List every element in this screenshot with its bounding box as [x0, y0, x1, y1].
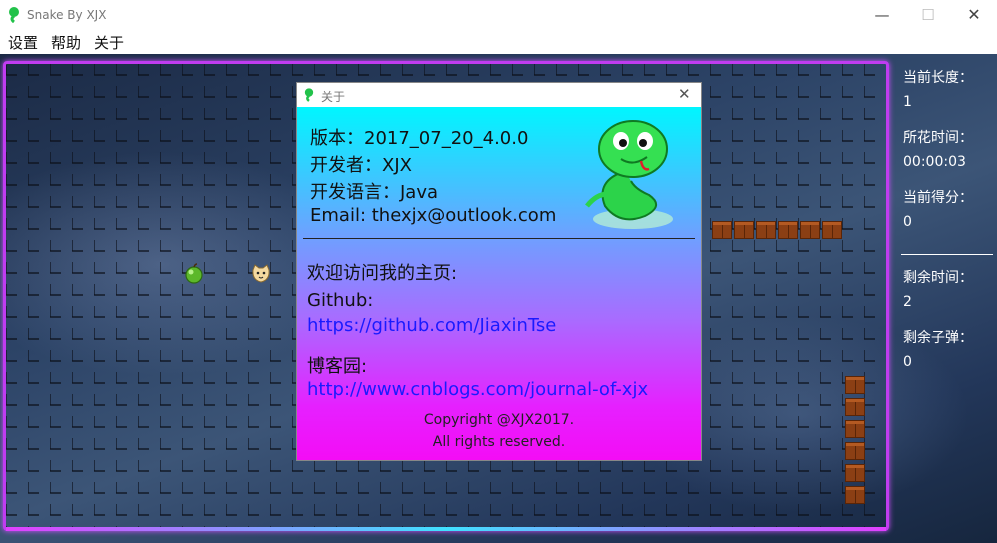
- brick-wall: [845, 486, 865, 504]
- length-value: 1: [903, 94, 912, 110]
- menu-settings[interactable]: 设置: [8, 32, 38, 53]
- menu-bar: 设置 帮助 关于: [0, 30, 997, 54]
- github-label: Github:: [307, 290, 374, 311]
- developer-text: 开发者：XJX: [310, 155, 412, 176]
- menu-about[interactable]: 关于: [94, 32, 124, 53]
- remaining-time-value: 2: [903, 294, 912, 310]
- window-title: Snake By XJX: [27, 8, 107, 22]
- blog-link[interactable]: http://www.cnblogs.com/journal-of-xjx: [307, 379, 648, 400]
- board-glow: [6, 527, 886, 531]
- welcome-text: 欢迎访问我的主页:: [307, 263, 458, 284]
- brick-wall: [845, 464, 865, 482]
- time-value: 00:00:03: [903, 154, 966, 170]
- copyright-text: Copyright @XJX2017.: [423, 412, 575, 428]
- remaining-bullets-value: 0: [903, 354, 912, 370]
- length-label: 当前长度：: [903, 70, 973, 86]
- dialog-divider: [303, 238, 695, 239]
- brick-wall: [822, 221, 842, 239]
- menu-help[interactable]: 帮助: [51, 32, 81, 53]
- version-text: 版本：2017_07_20_4.0.0: [310, 128, 529, 149]
- dialog-close-button[interactable]: ✕: [678, 85, 691, 103]
- brick-wall: [845, 442, 865, 460]
- dialog-title-bar: 关于 ✕: [297, 83, 701, 107]
- remaining-time-label: 剩余时间：: [903, 270, 973, 286]
- brick-wall: [712, 221, 732, 239]
- brick-wall: [800, 221, 820, 239]
- snake-mascot-icon: [585, 120, 673, 229]
- language-text: 开发语言：Java: [310, 182, 439, 203]
- status-panel: 当前长度： 1 所花时间： 00:00:03 当前得分： 0 剩余时间： 2 剩…: [893, 54, 997, 543]
- email-text: Email: thexjx@outlook.com: [310, 205, 557, 226]
- apple-icon: [185, 263, 203, 284]
- blog-label: 博客园:: [307, 356, 368, 377]
- brick-wall: [734, 221, 754, 239]
- time-label: 所花时间：: [903, 130, 973, 146]
- rights-text: All rights reserved.: [432, 434, 566, 450]
- remaining-bullets-label: 剩余子弹：: [903, 330, 973, 346]
- brick-wall: [845, 420, 865, 438]
- title-bar: Snake By XJX — ☐ ✕: [0, 0, 997, 30]
- github-link[interactable]: https://github.com/JiaxinTse: [307, 315, 556, 336]
- dialog-body: 版本：2017_07_20_4.0.0 开发者：XJX 开发语言：Java Em…: [297, 107, 701, 460]
- cat-head-icon: [252, 264, 270, 283]
- maximize-button[interactable]: ☐: [905, 0, 951, 30]
- snake-app-icon: [9, 7, 19, 23]
- brick-wall: [845, 398, 865, 416]
- score-label: 当前得分：: [903, 190, 973, 206]
- score-value: 0: [903, 214, 912, 230]
- about-dialog: 关于 ✕ 版本：2017_07_20_4.0.0 开发者：XJX 开发语言：Ja…: [297, 83, 701, 460]
- panel-divider: [901, 254, 993, 255]
- brick-wall: [778, 221, 798, 239]
- brick-wall: [756, 221, 776, 239]
- close-button[interactable]: ✕: [951, 0, 997, 30]
- dialog-title: 关于: [321, 90, 346, 104]
- brick-wall: [845, 376, 865, 394]
- minimize-button[interactable]: —: [859, 0, 905, 30]
- snake-app-icon: [304, 88, 314, 102]
